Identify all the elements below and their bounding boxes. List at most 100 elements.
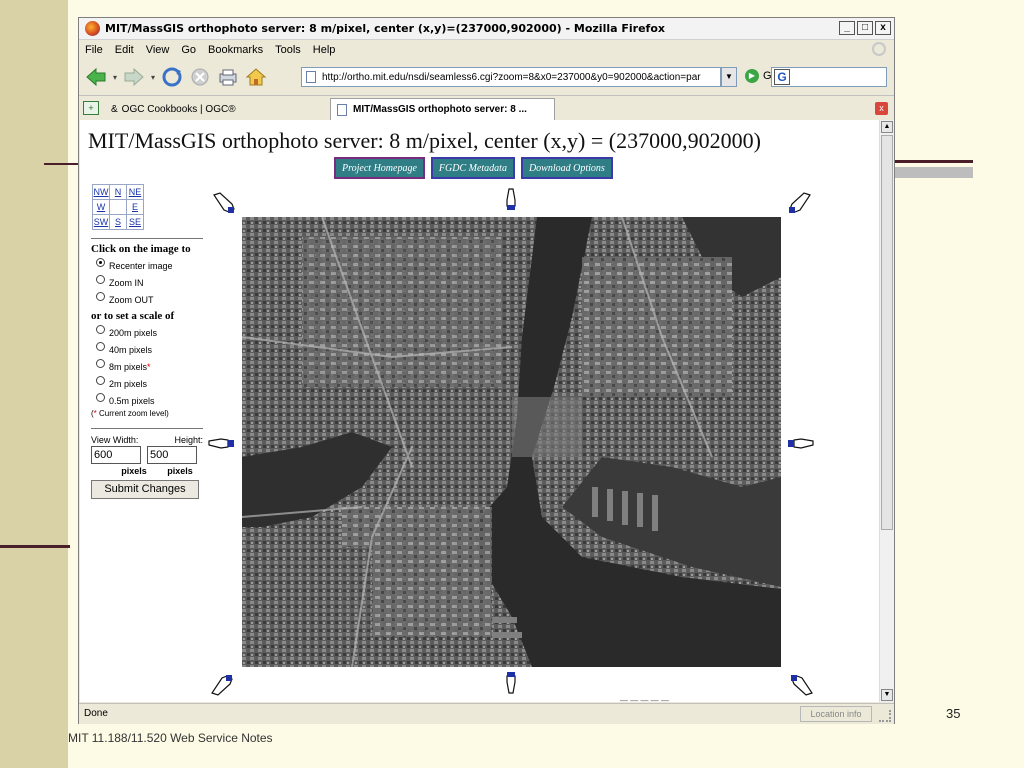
zoom-note-text: Current zoom level) — [99, 409, 169, 418]
slide-decor-line — [0, 545, 70, 548]
option-label: 40m pixels — [109, 344, 153, 355]
direction-nw-link[interactable]: NW — [92, 184, 110, 200]
direction-n-link[interactable]: N — [109, 184, 127, 200]
divider — [91, 238, 203, 239]
click-heading: Click on the image to — [91, 243, 191, 255]
pan-north-icon[interactable] — [498, 188, 524, 210]
vertical-scrollbar[interactable]: ▲ ▼ — [879, 120, 894, 702]
tab-label: OGC Cookbooks | OGC® — [121, 103, 236, 115]
slide-decor-line — [895, 160, 973, 163]
download-options-button[interactable]: Download Options — [520, 157, 613, 179]
control-panel: Click on the image to Recenter image Zoo… — [91, 236, 203, 499]
go-icon: ▶ — [745, 69, 759, 83]
pan-northwest-icon[interactable] — [212, 192, 238, 214]
forward-icon[interactable] — [123, 66, 145, 88]
browser-window: MIT/MassGIS orthophoto server: 8 m/pixel… — [78, 17, 895, 724]
height-input[interactable]: 500 — [147, 446, 197, 464]
view-width-input[interactable]: 600 — [91, 446, 141, 464]
scale-heading: or to set a scale of — [91, 310, 175, 322]
back-icon[interactable] — [85, 66, 107, 88]
zoom-in-option[interactable]: Zoom IN — [91, 275, 203, 289]
slide-sidebar — [0, 0, 68, 768]
direction-e-link[interactable]: E — [126, 199, 144, 215]
menu-tools[interactable]: Tools — [275, 44, 301, 56]
url-text: http://ortho.mit.edu/nsdi/seamless6.cgi?… — [322, 71, 701, 83]
scale-8m-radio[interactable] — [96, 359, 105, 368]
recenter-option[interactable]: Recenter image — [91, 258, 203, 272]
scale-2m-option[interactable]: 2m pixels — [91, 376, 203, 390]
scale-05m-option[interactable]: 0.5m pixels — [91, 393, 203, 407]
ogc-favicon-icon: & — [111, 103, 118, 115]
pan-east-icon[interactable] — [788, 432, 814, 454]
direction-ne-link[interactable]: NE — [126, 184, 144, 200]
search-input[interactable]: G — [771, 67, 887, 87]
back-dropdown[interactable]: ▾ — [113, 73, 117, 82]
menu-view[interactable]: View — [146, 44, 170, 56]
minimize-button[interactable]: _ — [839, 21, 855, 35]
project-homepage-button[interactable]: Project Homepage — [334, 157, 425, 179]
close-button[interactable]: x — [875, 21, 891, 35]
maximize-button[interactable]: □ — [857, 21, 873, 35]
resize-grip-icon[interactable] — [879, 710, 891, 722]
pan-west-icon[interactable] — [208, 432, 234, 454]
tab-orthophoto-server[interactable]: MIT/MassGIS orthophoto server: 8 ... — [330, 98, 555, 120]
scale-8m-option[interactable]: 8m pixels * — [91, 359, 203, 373]
scroll-up-arrow[interactable]: ▲ — [881, 121, 893, 133]
scroll-down-arrow[interactable]: ▼ — [881, 689, 893, 701]
orthophoto-map-image[interactable] — [242, 217, 781, 667]
title-bar: MIT/MassGIS orthophoto server: 8 m/pixel… — [79, 18, 894, 40]
scale-40m-option[interactable]: 40m pixels — [91, 342, 203, 356]
home-icon[interactable] — [245, 66, 267, 88]
submit-changes-button[interactable]: Submit Changes — [91, 480, 199, 499]
tab-ogc-cookbooks[interactable]: & OGC Cookbooks | OGC® — [105, 98, 330, 120]
direction-sw-link[interactable]: SW — [92, 214, 110, 230]
recenter-radio[interactable] — [96, 258, 105, 267]
scale-200m-option[interactable]: 200m pixels — [91, 325, 203, 339]
zoom-in-radio[interactable] — [96, 275, 105, 284]
scale-2m-radio[interactable] — [96, 376, 105, 385]
new-tab-icon[interactable]: + — [83, 101, 99, 115]
menu-bookmarks[interactable]: Bookmarks — [208, 44, 263, 56]
url-bar[interactable]: http://ortho.mit.edu/nsdi/seamless6.cgi?… — [301, 67, 721, 87]
direction-se-link[interactable]: SE — [126, 214, 144, 230]
url-dropdown[interactable]: ▼ — [721, 67, 737, 87]
menu-bar: File Edit View Go Bookmarks Tools Help — [79, 40, 894, 60]
option-label: 0.5m pixels — [109, 395, 155, 406]
slide-footer: MIT 11.188/11.520 Web Service Notes — [68, 731, 273, 745]
scale-05m-radio[interactable] — [96, 393, 105, 402]
option-label: Zoom IN — [109, 277, 144, 288]
menu-file[interactable]: File — [85, 44, 103, 56]
pan-northeast-icon[interactable] — [786, 192, 812, 214]
option-label: 8m pixels — [109, 361, 148, 372]
close-tab-icon[interactable]: x — [875, 102, 888, 115]
reload-icon[interactable] — [161, 66, 183, 88]
status-text: Done — [84, 708, 108, 719]
menu-edit[interactable]: Edit — [115, 44, 134, 56]
fgdc-metadata-button[interactable]: FGDC Metadata — [430, 157, 515, 179]
pan-southwest-icon[interactable] — [210, 674, 236, 696]
pan-southeast-icon[interactable] — [788, 674, 814, 696]
firefox-icon — [85, 21, 100, 36]
scale-40m-radio[interactable] — [96, 342, 105, 351]
option-label: 200m pixels — [109, 327, 158, 338]
menu-go[interactable]: Go — [181, 44, 196, 56]
window-controls: _ □ x — [839, 21, 891, 35]
forward-dropdown[interactable]: ▾ — [151, 73, 155, 82]
print-icon[interactable] — [217, 66, 239, 88]
page-icon — [337, 103, 347, 116]
google-icon[interactable]: G — [774, 69, 790, 85]
direction-w-link[interactable]: W — [92, 199, 110, 215]
option-label: 2m pixels — [109, 378, 148, 389]
zoom-out-option[interactable]: Zoom OUT — [91, 292, 203, 306]
location-info-panel[interactable]: Location info — [800, 706, 872, 722]
scrollbar-thumb[interactable] — [881, 135, 893, 530]
scale-200m-radio[interactable] — [96, 325, 105, 334]
slide-number: 35 — [946, 706, 961, 721]
zoom-note: (* Current zoom level) — [91, 409, 203, 418]
stop-icon[interactable] — [189, 66, 211, 88]
page-title: MIT/MassGIS orthophoto server: 8 m/pixel… — [88, 128, 761, 153]
zoom-out-radio[interactable] — [96, 292, 105, 301]
menu-help[interactable]: Help — [313, 44, 336, 56]
direction-s-link[interactable]: S — [109, 214, 127, 230]
pan-south-icon[interactable] — [498, 672, 524, 694]
